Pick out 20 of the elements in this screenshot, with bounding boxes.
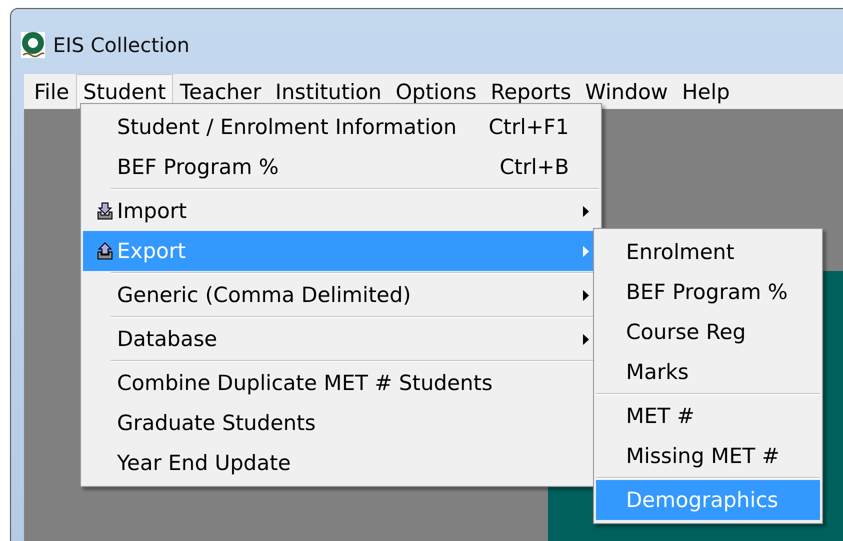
menu-entry[interactable]: Course Reg xyxy=(596,312,820,352)
menu-entry[interactable]: Enrolment xyxy=(596,232,820,272)
submenu-arrow-icon xyxy=(583,206,589,216)
submenu-arrow-icon xyxy=(583,290,589,300)
menu-item[interactable]: File xyxy=(27,74,76,109)
export-tray-icon xyxy=(97,242,113,260)
menu-entry[interactable]: Import xyxy=(83,191,599,231)
menu-entry[interactable]: Marks xyxy=(596,352,820,392)
menu-entry[interactable]: Missing MET # xyxy=(596,436,820,476)
submenu-arrow-icon xyxy=(583,246,589,256)
menu-item[interactable]: Window xyxy=(578,74,675,109)
menu-entry[interactable]: MET # xyxy=(596,396,820,436)
menu-entry[interactable]: BEF Program % xyxy=(596,272,820,312)
import-tray-icon xyxy=(97,202,113,220)
window-title: EIS Collection xyxy=(53,32,190,56)
menu-item[interactable]: Help xyxy=(674,74,737,109)
submenu-arrow-icon xyxy=(583,334,589,344)
wreath-logo-icon xyxy=(21,32,45,58)
menu-entry[interactable]: Student / Enrolment Information Ctrl+F1 xyxy=(83,107,599,147)
menu-entry[interactable]: BEF Program % Ctrl+B xyxy=(83,147,599,187)
